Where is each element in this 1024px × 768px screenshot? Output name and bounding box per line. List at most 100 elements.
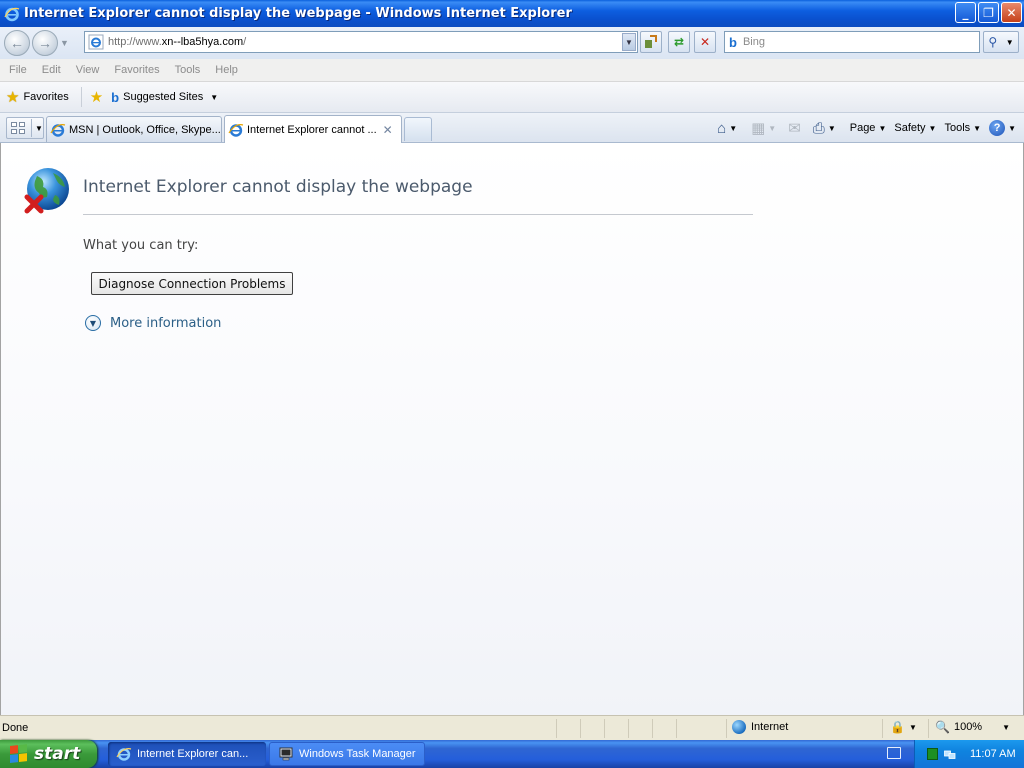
start-label: start [34,744,81,764]
command-bar: ⌂ ▼ ▦ ▼ ✉ ⎙ ▼ Page ▼ Safety ▼ Tools ▼ ? … [709,117,1016,139]
tools-menu-button[interactable]: Tools ▼ [944,122,981,134]
search-options-dropdown[interactable]: ▼ [1006,38,1014,47]
tray-app-icon[interactable] [927,748,938,760]
search-placeholder: Bing [742,36,765,48]
page-content: Internet Explorer cannot display the web… [0,143,1024,715]
network-tray-icon[interactable] [944,748,956,760]
taskbar: start Internet Explorer can... Windows T… [0,740,1024,768]
more-information-link[interactable]: ▼ More information [85,315,221,331]
address-toolbar: ← → ▼ http://www.xn--lba5hya.com/ ▼ ⇄ ✕ … [0,27,1024,59]
tab-error-page[interactable]: Internet Explorer cannot ... ✕ [224,115,402,143]
address-bar[interactable]: http://www.xn--lba5hya.com/ ▼ [84,31,638,53]
suggested-sites-label: Suggested Sites [123,91,204,103]
chevron-down-icon: ▼ [973,123,982,133]
zoom-level: 100% [953,721,983,733]
address-dropdown-button[interactable]: ▼ [622,33,636,51]
refresh-icon: ⇄ [673,35,685,49]
clock[interactable]: 11:07 AM [970,748,1016,760]
status-bar: Done Internet 🔒 ▼ 🔍 100% ▼ [0,715,1024,740]
taskbar-item-label: Internet Explorer can... [137,748,249,760]
page-menu-button[interactable]: Page ▼ [850,122,887,134]
zoom-dropdown[interactable]: ▼ [1002,723,1010,732]
start-button[interactable]: start [0,740,97,768]
zoom-control[interactable]: 🔍 100% ▼ [935,720,1010,734]
home-button[interactable]: ⌂ ▼ [717,120,737,137]
compatibility-view-button[interactable] [640,31,662,53]
new-tab-button[interactable] [404,117,432,141]
compatibility-view-icon [645,35,657,48]
tab-msn[interactable]: MSN | Outlook, Office, Skype... [46,116,222,142]
window-title: Internet Explorer cannot display the web… [24,6,572,21]
recent-pages-dropdown[interactable]: ▼ [60,38,69,48]
help-button[interactable]: ? ▼ [989,120,1016,136]
menu-bar: File Edit View Favorites Tools Help [0,59,1024,82]
security-zone[interactable]: Internet [732,720,788,734]
tab-label: Internet Explorer cannot ... [247,123,377,136]
close-tab-icon[interactable]: ✕ [383,123,393,137]
search-button[interactable]: ⚲ ▼ [983,31,1019,53]
ie-taskbar-icon [116,748,132,761]
keyboard-language-icon[interactable] [887,747,901,759]
expand-chevron-icon: ▼ [85,315,101,331]
url-text[interactable]: http://www.xn--lba5hya.com/ [108,36,246,48]
page-ie-icon [88,34,104,50]
restore-button[interactable]: ❐ [978,2,999,23]
print-dropdown[interactable]: ▼ [828,124,836,133]
window-title-bar[interactable]: Internet Explorer cannot display the web… [0,0,1024,27]
home-dropdown[interactable]: ▼ [729,124,737,133]
menu-help[interactable]: Help [215,64,238,76]
print-button[interactable]: ⎙ ▼ [813,120,836,137]
menu-file[interactable]: File [9,64,27,76]
favorites-button[interactable]: ★ Favorites [6,90,69,105]
diagnose-connection-button[interactable]: Diagnose Connection Problems [91,272,293,295]
error-globe-icon [24,168,69,214]
safety-menu-button[interactable]: Safety ▼ [894,122,936,134]
menu-favorites[interactable]: Favorites [114,64,159,76]
taskbar-item-task-manager[interactable]: Windows Task Manager [269,742,425,766]
back-arrow-icon: ← [10,35,24,51]
help-dropdown[interactable]: ▼ [1008,124,1016,133]
quick-tabs-icon [11,122,25,134]
internet-zone-icon [732,720,746,734]
back-button[interactable]: ← [4,30,30,56]
menu-view[interactable]: View [76,64,100,76]
forward-button[interactable]: → [32,30,58,56]
bing-icon: b [729,34,737,50]
tab-ie-icon [50,123,66,137]
stop-button[interactable]: ✕ [694,31,716,53]
title-divider [83,214,753,215]
minimize-button[interactable]: _ [955,2,976,23]
suggested-sites-button[interactable]: b Suggested Sites ▼ [111,90,218,105]
read-mail-button[interactable]: ✉ [788,119,801,137]
add-to-favorites-bar-icon[interactable]: ★ [90,88,103,106]
feeds-button[interactable]: ▦ ▼ [751,119,776,137]
tab-list-dropdown[interactable]: ▼ [35,124,43,133]
rss-feed-icon: ▦ [751,120,766,137]
menu-edit[interactable]: Edit [42,64,61,76]
what-you-can-try-label: What you can try: [83,238,199,253]
quick-tabs-button[interactable]: ▼ [6,117,44,139]
chevron-down-icon: ▼ [210,92,219,102]
search-box[interactable]: b Bing [724,31,980,53]
menu-tools[interactable]: Tools [175,64,201,76]
refresh-button[interactable]: ⇄ [668,31,690,53]
home-icon: ⌂ [717,119,727,137]
protected-mode-icon: 🔒 [890,720,905,734]
status-text: Done [2,722,29,734]
printer-icon: ⎙ [812,119,825,137]
taskbar-item-internet-explorer[interactable]: Internet Explorer can... [108,742,266,766]
protected-mode-button[interactable]: 🔒 ▼ [890,720,917,734]
chevron-down-icon: ▼ [878,123,887,133]
taskbar-item-label: Windows Task Manager [299,748,416,760]
favorites-label: Favorites [23,91,69,103]
forward-arrow-icon: → [38,35,52,51]
windows-logo-icon [10,744,28,764]
suggested-sites-icon: b [111,89,120,105]
page-menu-label: Page [849,122,876,134]
search-icon: ⚲ [988,35,998,49]
tab-label: MSN | Outlook, Office, Skype... [69,123,221,136]
tab-row: ▼ MSN | Outlook, Office, Skype... Intern… [0,113,1024,143]
page-title: Internet Explorer cannot display the web… [83,177,473,197]
ie-logo-icon [4,7,20,21]
close-window-button[interactable]: ✕ [1001,2,1022,23]
